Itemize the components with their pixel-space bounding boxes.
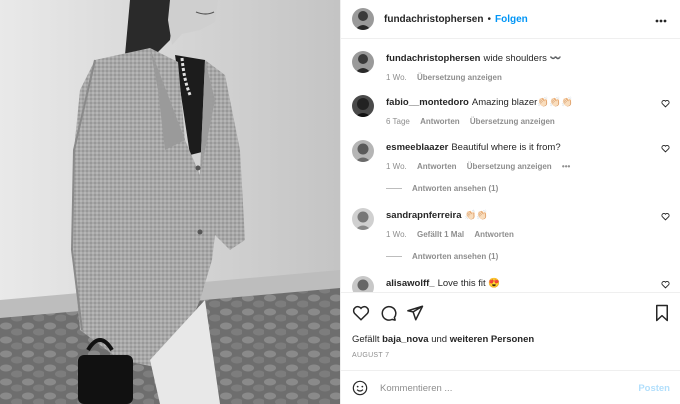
liked-by-others[interactable]: weiteren Personen	[450, 334, 534, 345]
post-details-panel: fundachristophersen • Folgen fundachrist…	[340, 0, 680, 404]
emoji-icon[interactable]	[352, 380, 368, 396]
heart-icon[interactable]	[661, 99, 670, 108]
comment-username[interactable]: sandrapnferreira	[386, 210, 462, 221]
heart-icon[interactable]	[661, 212, 670, 221]
comment-likes[interactable]: Gefällt 1 Mal	[417, 230, 464, 239]
liked-by-user[interactable]: baja_nova	[382, 334, 428, 345]
post-photo[interactable]	[0, 0, 340, 404]
translate-button[interactable]: Übersetzung anzeigen	[467, 162, 552, 171]
likes-middle: und	[431, 334, 448, 345]
likes-prefix: Gefällt	[352, 334, 380, 345]
view-replies-button[interactable]: Antworten ansehen (1)	[386, 252, 498, 261]
post-comment-button[interactable]: Posten	[638, 383, 670, 394]
caption-username[interactable]: fundachristophersen	[386, 53, 481, 64]
comment-time[interactable]: 6 Tage	[386, 117, 410, 126]
like-heart-icon[interactable]	[352, 304, 370, 322]
caption-time[interactable]: 1 Wo.	[386, 73, 407, 82]
caption-translate-button[interactable]: Übersetzung anzeigen	[417, 73, 502, 82]
reply-button[interactable]: Antworten	[417, 162, 457, 171]
view-replies-label: Antworten ansehen (1)	[412, 184, 499, 193]
translate-button[interactable]: Übersetzung anzeigen	[470, 117, 555, 126]
comment-input[interactable]	[380, 382, 610, 394]
caption-avatar[interactable]	[352, 51, 374, 73]
comment-icon[interactable]	[379, 304, 397, 322]
comment-username[interactable]: fabio__montedoro	[386, 97, 469, 108]
comment-text: 👏🏻👏🏻	[464, 210, 489, 221]
comment-time[interactable]: 1 Wo.	[386, 162, 407, 171]
replies-divider	[386, 188, 402, 189]
comment-time[interactable]: 1 Wo.	[386, 230, 407, 239]
commenter-avatar[interactable]	[352, 95, 374, 117]
heart-icon[interactable]	[661, 144, 670, 153]
share-icon[interactable]	[406, 304, 424, 322]
commenter-avatar[interactable]	[352, 276, 374, 292]
comment-text: Love this fit 😍	[437, 278, 501, 289]
replies-divider	[386, 256, 402, 257]
commenter-avatar[interactable]	[352, 140, 374, 162]
comment-username[interactable]: esmeeblaazer	[386, 142, 448, 153]
follow-button[interactable]: Folgen	[495, 14, 528, 25]
view-replies-label: Antworten ansehen (1)	[412, 252, 499, 261]
post-header: fundachristophersen • Folgen	[341, 0, 680, 39]
comment-text: Amazing blazer👏🏻👏🏻👏🏻	[471, 97, 573, 108]
view-replies-button[interactable]: Antworten ansehen (1)	[386, 184, 498, 193]
author-username[interactable]: fundachristophersen	[384, 14, 483, 25]
post-actions: Gefällt baja_nova und weiteren Personen …	[341, 292, 680, 404]
separator-dot: •	[487, 13, 491, 25]
comment-text: Beautiful where is it from?	[451, 142, 561, 153]
comment-options-icon[interactable]: •••	[562, 162, 570, 171]
heart-icon[interactable]	[661, 280, 670, 289]
commenter-avatar[interactable]	[352, 208, 374, 230]
comments-list[interactable]: fundachristophersen wide shoulders 〰️ 1 W…	[341, 40, 680, 292]
add-comment-bar: Posten	[341, 370, 680, 404]
likes-summary: Gefällt baja_nova und weiteren Personen	[352, 334, 534, 345]
comment-username[interactable]: alisawolff_	[386, 278, 435, 289]
author-avatar[interactable]	[352, 8, 374, 30]
post-date[interactable]: AUGUST 7	[352, 352, 389, 359]
caption-text: wide shoulders 〰️	[483, 53, 562, 64]
bookmark-icon[interactable]	[653, 304, 671, 322]
photo-illustration	[0, 0, 340, 404]
reply-button[interactable]: Antworten	[474, 230, 514, 239]
reply-button[interactable]: Antworten	[420, 117, 460, 126]
more-icon[interactable]	[655, 12, 667, 26]
